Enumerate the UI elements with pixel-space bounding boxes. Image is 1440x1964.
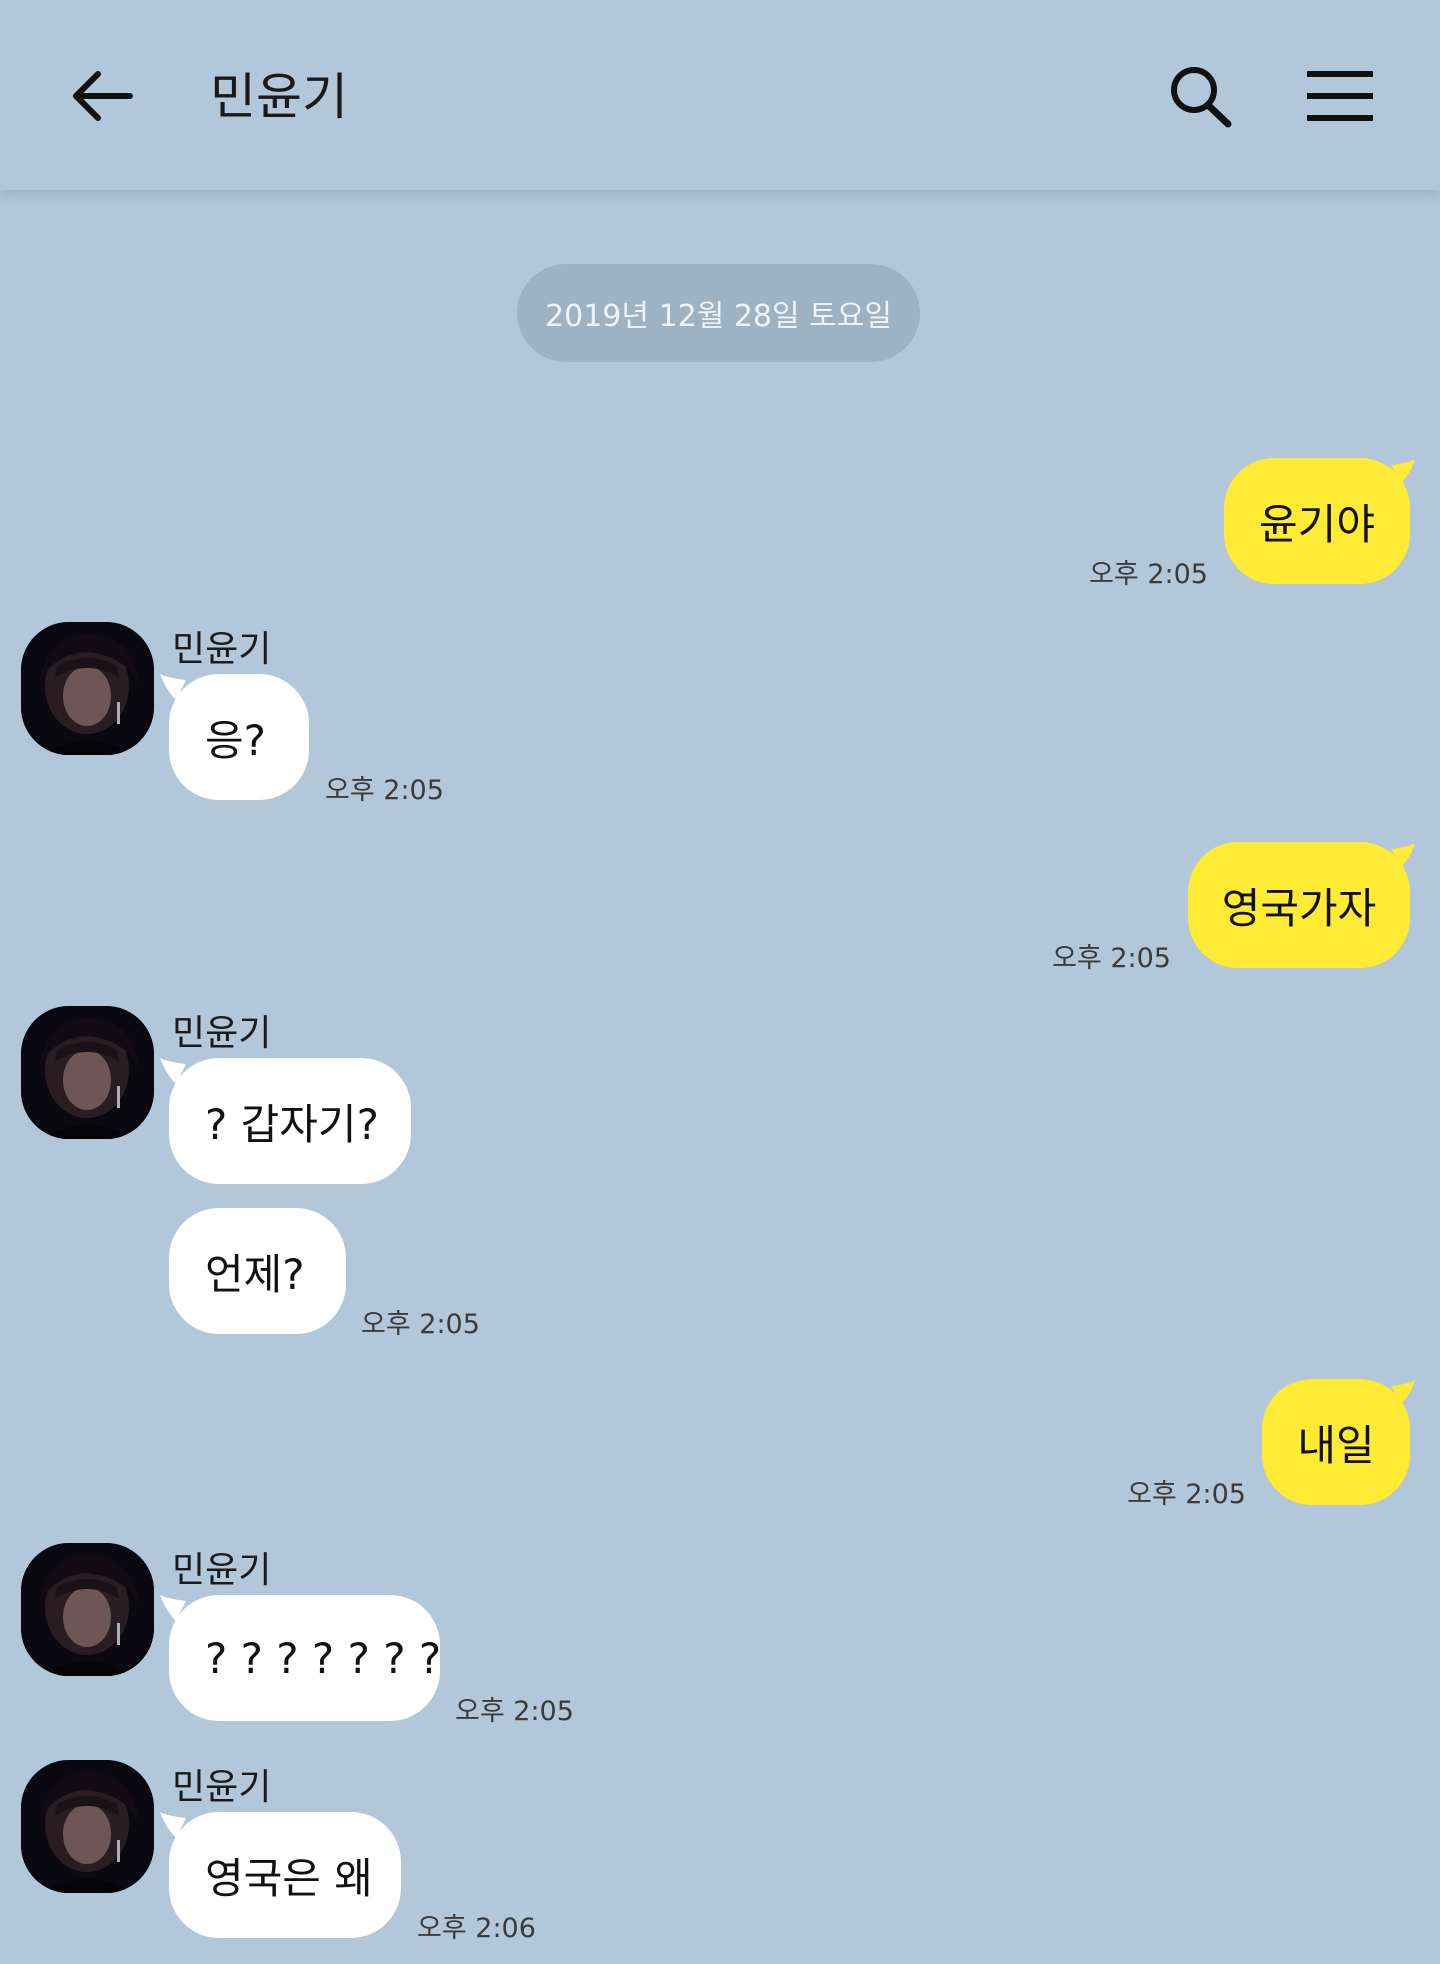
sender-name: 민윤기 — [172, 629, 272, 670]
their-message-bubble[interactable]: 영국은 왜 — [169, 1812, 401, 1938]
sender-name: 민윤기 — [172, 1550, 272, 1591]
bubble-tail — [160, 674, 186, 700]
sender-name: 민윤기 — [172, 1013, 272, 1054]
message-time: 오후 2:05 — [1052, 943, 1171, 974]
message-text: ? ? ? ? ? ? ? — [205, 1633, 442, 1683]
bubble-tail — [1391, 1380, 1415, 1404]
their-message-bubble[interactable]: 언제? — [169, 1208, 346, 1334]
message-time: 오후 2:05 — [1127, 1479, 1246, 1510]
menu-button[interactable] — [1300, 58, 1380, 138]
message-text: 내일 — [1297, 1420, 1375, 1470]
hamburger-menu-icon — [1307, 71, 1373, 121]
message-text: 윤기야 — [1259, 499, 1375, 549]
message-text: 영국은 왜 — [205, 1853, 373, 1903]
their-message-bubble[interactable]: 응? — [169, 674, 309, 800]
message-text: 언제? — [205, 1249, 305, 1299]
message-time: 오후 2:05 — [325, 775, 444, 806]
message-time: 오후 2:05 — [361, 1309, 480, 1340]
bubble-tail — [160, 1058, 186, 1084]
bubble-tail — [1391, 459, 1415, 483]
avatar[interactable] — [21, 622, 154, 755]
their-message-bubble[interactable]: ? ? ? ? ? ? ? — [169, 1595, 442, 1721]
search-icon — [1171, 67, 1232, 128]
chat-title: 민윤기 — [210, 68, 348, 126]
message-text: 영국가자 — [1221, 883, 1377, 933]
avatar[interactable] — [21, 1760, 154, 1893]
their-message-bubble[interactable]: ? 갑자기? — [169, 1058, 411, 1184]
bubble-tail — [160, 1595, 186, 1621]
search-button[interactable] — [1160, 58, 1240, 138]
my-message-bubble[interactable]: 윤기야 — [1224, 458, 1410, 584]
chat-header: 민윤기 — [0, 0, 1440, 190]
my-message-bubble[interactable]: 내일 — [1262, 1379, 1410, 1505]
bubble-tail — [160, 1812, 186, 1838]
avatar[interactable] — [21, 1543, 154, 1676]
my-message-bubble[interactable]: 영국가자 — [1188, 842, 1410, 968]
message-text: ? 갑자기? — [205, 1099, 379, 1149]
avatar[interactable] — [21, 1006, 154, 1139]
message-time: 오후 2:05 — [1089, 559, 1208, 590]
date-divider: 2019년 12월 28일 토요일 — [517, 264, 920, 362]
arrow-left-icon — [73, 71, 133, 121]
message-time: 오후 2:06 — [417, 1913, 536, 1944]
bubble-tail — [1391, 843, 1415, 867]
sender-name: 민윤기 — [172, 1767, 272, 1808]
message-time: 오후 2:05 — [455, 1696, 574, 1727]
message-text: 응? — [205, 715, 266, 765]
back-button[interactable] — [62, 58, 142, 138]
